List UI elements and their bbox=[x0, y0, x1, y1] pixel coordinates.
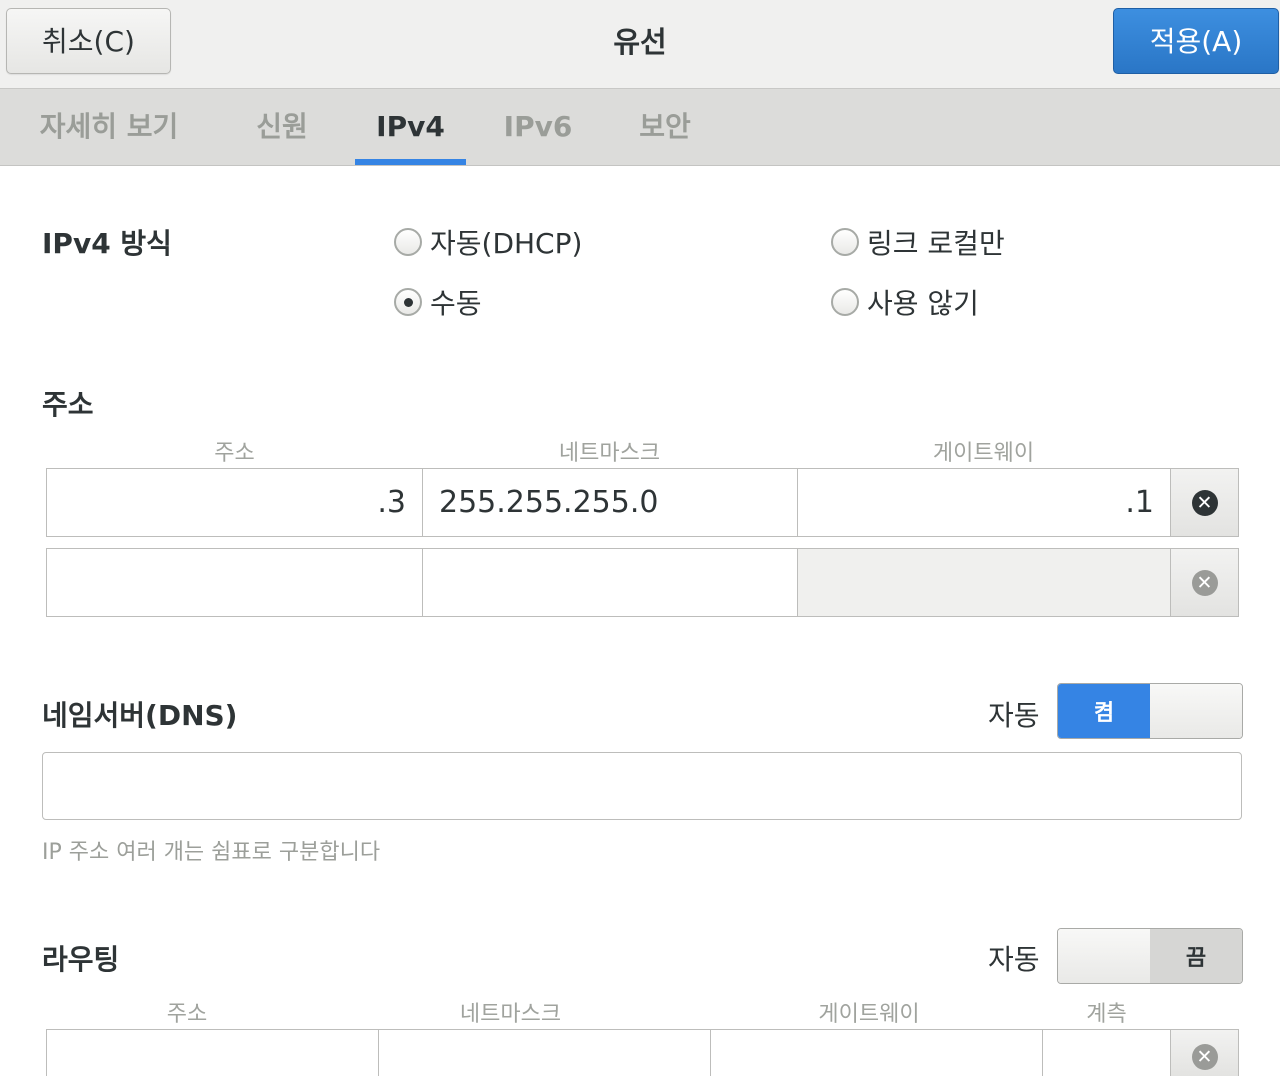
tab-bar: 자세히 보기 신원 IPv4 IPv6 보안 bbox=[0, 89, 1280, 166]
delete-route-button[interactable]: ✕ bbox=[1171, 1030, 1238, 1076]
radio-icon-checked[interactable] bbox=[394, 288, 422, 316]
radio-auto-dhcp[interactable]: 자동(DHCP) bbox=[394, 222, 582, 262]
tab-security[interactable]: 보안 bbox=[615, 89, 715, 165]
address-row: .3 255.255.255.0 .1 ✕ bbox=[46, 468, 1239, 537]
ipv4-method-label: IPv4 방식 bbox=[42, 227, 172, 260]
radio-label: 자동(DHCP) bbox=[430, 227, 583, 260]
address-row-empty: ✕ bbox=[46, 548, 1239, 617]
route-metric-input[interactable] bbox=[1043, 1030, 1171, 1076]
address-input[interactable] bbox=[47, 549, 423, 616]
netmask-input[interactable]: 255.255.255.0 bbox=[423, 469, 798, 536]
apply-button[interactable]: 적용(A) bbox=[1113, 8, 1279, 74]
route-row: ✕ bbox=[46, 1029, 1239, 1076]
dns-auto-switch[interactable]: 켬 bbox=[1057, 683, 1243, 739]
tab-identity[interactable]: 신원 bbox=[232, 89, 332, 165]
radio-icon[interactable] bbox=[394, 228, 422, 256]
delete-row-button[interactable]: ✕ bbox=[1171, 469, 1238, 536]
radio-label: 수동 bbox=[430, 287, 482, 320]
radio-icon[interactable] bbox=[831, 288, 859, 316]
column-header-gateway: 게이트웨이 bbox=[818, 1002, 920, 1027]
column-header-netmask: 네트마스크 bbox=[558, 441, 661, 466]
switch-off-label: 끔 bbox=[1150, 929, 1242, 983]
column-header-address: 주소 bbox=[214, 441, 255, 466]
tab-details[interactable]: 자세히 보기 bbox=[18, 89, 200, 165]
column-header-address: 주소 bbox=[166, 1002, 208, 1027]
dns-hint: IP 주소 여러 개는 쉼표로 구분합니다 bbox=[42, 840, 381, 865]
dns-input[interactable] bbox=[42, 752, 1242, 820]
route-address-input[interactable] bbox=[47, 1030, 379, 1076]
close-icon: ✕ bbox=[1191, 489, 1218, 516]
gateway-input[interactable]: .1 bbox=[798, 469, 1171, 536]
close-icon: ✕ bbox=[1191, 1044, 1218, 1070]
column-header-metric: 계측 bbox=[1086, 1002, 1127, 1027]
header-bar: 취소(C) 유선 적용(A) bbox=[0, 0, 1280, 89]
radio-disabled[interactable]: 사용 않기 bbox=[831, 282, 979, 322]
column-header-gateway: 게이트웨이 bbox=[932, 441, 1035, 466]
column-header-netmask: 네트마스크 bbox=[459, 1002, 562, 1027]
tab-ipv6[interactable]: IPv6 bbox=[488, 89, 588, 165]
dns-title: 네임서버(DNS) bbox=[42, 699, 238, 732]
switch-knob[interactable] bbox=[1150, 684, 1242, 738]
routes-auto-switch[interactable]: 끔 bbox=[1057, 928, 1243, 984]
gateway-input[interactable] bbox=[798, 549, 1171, 616]
route-gateway-input[interactable] bbox=[711, 1030, 1043, 1076]
switch-on-label: 켬 bbox=[1058, 684, 1150, 738]
close-icon: ✕ bbox=[1191, 569, 1218, 596]
active-tab-indicator bbox=[355, 159, 466, 165]
routes-auto-label: 자동 bbox=[988, 943, 1040, 976]
address-input[interactable]: .3 bbox=[47, 469, 423, 536]
radio-manual[interactable]: 수동 bbox=[394, 282, 482, 322]
routes-title: 라우팅 bbox=[42, 943, 120, 976]
route-netmask-input[interactable] bbox=[379, 1030, 711, 1076]
radio-label: 사용 않기 bbox=[867, 287, 979, 320]
netmask-input[interactable] bbox=[423, 549, 798, 616]
cancel-button[interactable]: 취소(C) bbox=[6, 8, 171, 74]
radio-label: 링크 로컬만 bbox=[867, 227, 1005, 260]
dialog-title: 유선 bbox=[613, 25, 667, 59]
addresses-title: 주소 bbox=[42, 388, 94, 421]
radio-icon[interactable] bbox=[831, 228, 859, 256]
tab-ipv4[interactable]: IPv4 bbox=[355, 89, 466, 165]
radio-link-local[interactable]: 링크 로컬만 bbox=[831, 222, 1005, 262]
switch-knob[interactable] bbox=[1058, 929, 1150, 983]
dns-auto-label: 자동 bbox=[988, 699, 1040, 732]
delete-row-button[interactable]: ✕ bbox=[1171, 549, 1238, 616]
